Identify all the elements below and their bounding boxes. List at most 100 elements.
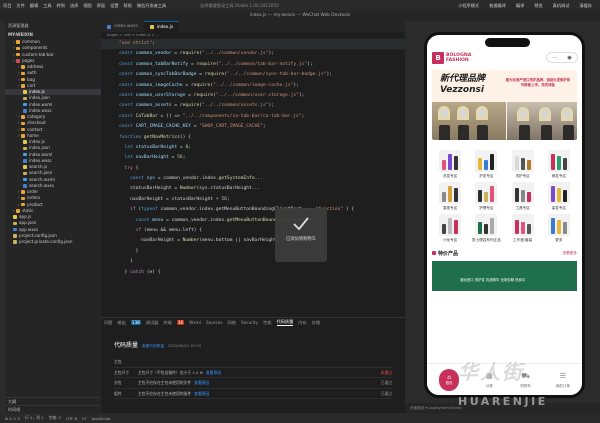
quality-rule-text: 主包不应存在主包未使用的文件	[138, 380, 192, 385]
product-bottle	[520, 190, 525, 202]
panel-tab[interactable]: 代码质量	[276, 319, 294, 326]
category-item[interactable]: 洗发专区	[432, 150, 468, 179]
category-item[interactable]: 洗护专区	[505, 150, 541, 179]
quality-rule-link[interactable]: 查看原因	[194, 391, 209, 396]
product-bottle	[478, 158, 483, 170]
code-line: const common_syncTabBarBadge = require("…	[101, 70, 405, 80]
menu-item[interactable]: 文件	[16, 3, 24, 9]
sidebar-section-1[interactable]: 时间线	[5, 405, 101, 413]
brand-line2: FASHION	[446, 58, 469, 63]
file-icon	[23, 96, 27, 101]
featured-product-banner[interactable]: 澳洲进口 洗护发 乳液精华 全场包邮 热卖中	[432, 261, 577, 291]
featured-marker-icon	[432, 251, 436, 255]
panel-tab[interactable]: 内存	[298, 320, 306, 326]
status-item[interactable]: JavaScript	[92, 416, 111, 421]
panel-tab[interactable]: 性能	[263, 320, 271, 326]
toolbar-action[interactable]: 预览	[534, 3, 542, 9]
file-icon	[23, 90, 27, 94]
quality-rule-link[interactable]: 查看原因	[206, 370, 221, 375]
code-token: statusBarHeight	[135, 144, 178, 150]
folder-icon	[16, 59, 21, 63]
explorer-root[interactable]: MY-WEIXIN	[5, 31, 101, 39]
quality-table: 主包 主包尺寸 主包尺寸（不包含插件）应小于 1.5 M 查看原因 未通过 分包 主包不应存…	[114, 357, 392, 399]
status-item[interactable]: 空格: 2	[49, 415, 62, 421]
more-icon[interactable]: ···	[552, 55, 557, 61]
file-icon	[23, 177, 27, 182]
category-item[interactable]: 男士理容系列正品	[468, 214, 504, 243]
category-item[interactable]: 更多	[541, 214, 577, 243]
tab-bar-item[interactable]: ☰ 我的订单	[556, 370, 570, 389]
code-token: CaTabBar	[135, 113, 158, 119]
code-token: =	[190, 124, 200, 130]
file-tree-item[interactable]: project.private.config.json	[5, 239, 101, 245]
sidebar-section-0[interactable]: 大纲	[5, 397, 101, 405]
code-token: () {	[179, 134, 191, 140]
toolbar-action[interactable]: 普通编译	[489, 3, 506, 9]
panel-tab[interactable]: 输出	[117, 320, 125, 326]
menu-item[interactable]: 项目	[3, 3, 11, 9]
menu-item[interactable]: 界面	[97, 3, 105, 9]
editor-tab[interactable]: index.js	[143, 21, 180, 32]
folder-icon	[16, 46, 21, 51]
product-bottle	[490, 154, 495, 170]
category-item[interactable]: 染发专区	[541, 182, 577, 211]
code-area[interactable]: "use strict"; const common_vendor = requ…	[101, 39, 405, 278]
menu-item[interactable]: 转到	[57, 3, 65, 9]
menu-item[interactable]: 工具	[43, 3, 51, 9]
panel-tab[interactable]: Wxml	[189, 320, 201, 325]
product-bottle	[454, 220, 459, 234]
status-item[interactable]: LF	[82, 416, 86, 421]
quality-rule-link[interactable]: 查看原因	[194, 380, 209, 385]
category-item[interactable]: 美发专区	[541, 150, 577, 179]
status-item[interactable]: ⊗ 0 ⚠ 0	[5, 416, 20, 421]
panel-tab[interactable]: Sources	[206, 320, 223, 325]
featured-more-link[interactable]: 查看更多	[563, 251, 577, 256]
toolbar-action[interactable]: 真机调试	[553, 3, 570, 9]
panel-tab[interactable]: 存储	[312, 320, 320, 326]
menu-item[interactable]: 选择	[70, 3, 78, 9]
menu-item[interactable]: 编辑	[30, 3, 38, 9]
quality-row-category: 分包	[114, 380, 122, 385]
category-item[interactable]: 护理专区	[468, 182, 504, 211]
category-item[interactable]: 工具专区	[505, 182, 541, 211]
code-token: = () =>	[157, 113, 183, 119]
code-token: );	[298, 92, 305, 98]
code-token: const	[119, 113, 136, 119]
close-icon[interactable]: ◉	[567, 55, 571, 61]
category-item[interactable]: 沙龙专区	[432, 214, 468, 243]
folder-icon	[16, 40, 21, 44]
panel-tab[interactable]: 调试器	[146, 320, 159, 326]
code-token: ) {	[343, 207, 355, 213]
panel-tab[interactable]: 网络	[228, 320, 236, 326]
category-item[interactable]: 工作室/套装	[505, 214, 541, 243]
promo-banner[interactable]: 新代理品牌 Vezzonsi 意大利原产进口洗护品牌，强韧头发修护系列焕新上市，…	[432, 70, 577, 140]
toolbar-action[interactable]: 清缓存	[579, 3, 592, 9]
code-token: const	[119, 72, 136, 78]
toolbar-action[interactable]: 小程序模式	[458, 3, 479, 9]
status-bar: ⊗ 0 ⚠ 0 行 1，列 1 空格: 2 UTF-8 LF JavaScript	[0, 413, 600, 423]
product-bottle	[556, 156, 561, 170]
category-item[interactable]: 护发专区	[468, 150, 504, 179]
menu-item[interactable]: 微信开发者工具	[137, 3, 166, 9]
menu-item[interactable]: 设置	[110, 3, 118, 9]
panel-tab[interactable]: Security	[241, 320, 258, 325]
code-token: ;	[262, 124, 266, 130]
panel-title-link[interactable]: 查看代码质量	[142, 344, 164, 349]
watermark-text: HUARENJIE	[458, 395, 548, 408]
editor-tab[interactable]: index.wxss	[101, 21, 144, 32]
panel-tab[interactable]: 问题	[104, 320, 112, 326]
menu-item[interactable]: 视图	[83, 3, 91, 9]
panel-tab[interactable]: 终端	[163, 320, 171, 326]
status-item[interactable]: UTF-8	[66, 416, 77, 421]
status-item[interactable]: 行 1，列 1	[25, 415, 44, 421]
mini-program-capsule[interactable]: ··· ◉	[546, 52, 578, 63]
code-token: Number	[179, 186, 197, 192]
category-item[interactable]: 香薰专区	[432, 182, 468, 211]
menu-item[interactable]: 帮助	[124, 3, 132, 9]
folder-icon	[16, 52, 21, 57]
toolbar-action[interactable]: 编译	[516, 3, 524, 9]
folder-icon	[21, 196, 26, 201]
tab-bar-item[interactable]: ⌂ 首页	[439, 368, 460, 391]
